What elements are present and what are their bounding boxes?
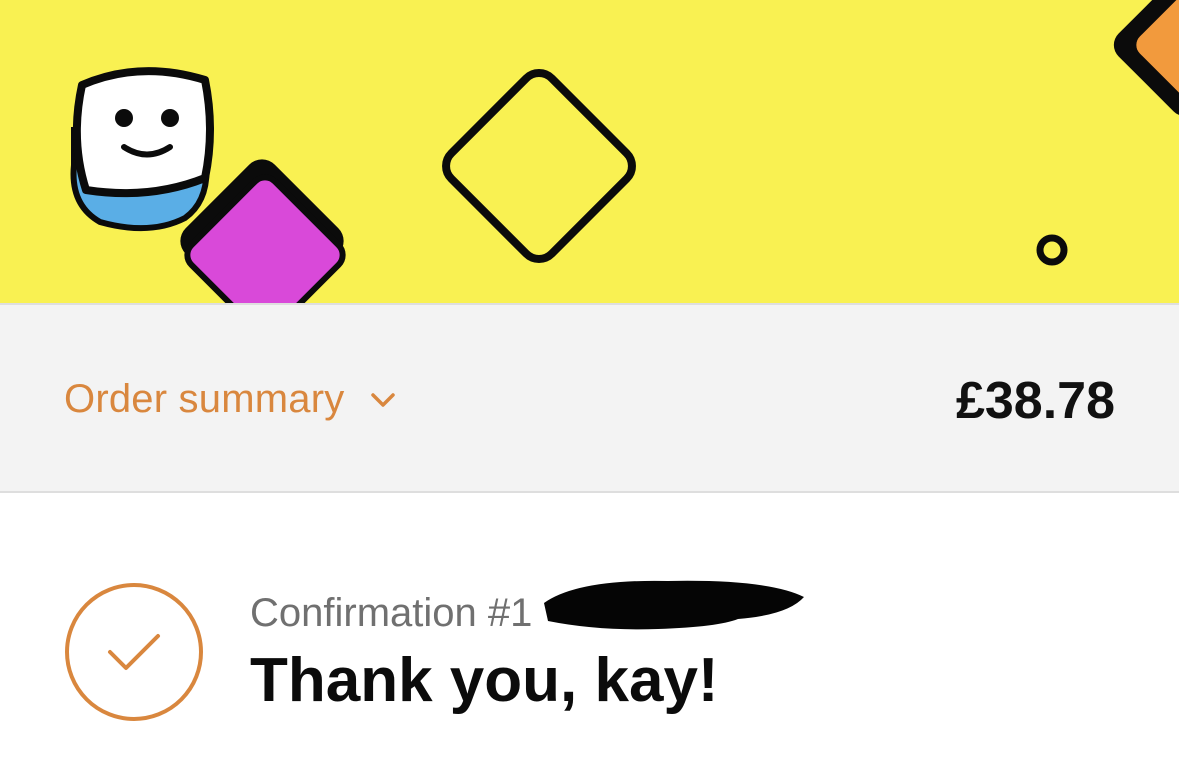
order-summary-toggle[interactable]: Order summary: [64, 377, 396, 422]
outline-diamond-shape: [442, 69, 636, 263]
order-total: £38.78: [955, 372, 1115, 430]
order-summary-label: Order summary: [64, 377, 345, 421]
order-summary-bar: Order summary £38.78: [0, 303, 1179, 493]
banner-shapes: [70, 0, 1179, 303]
small-ring-shape: [1036, 234, 1068, 266]
confirmation-section: Confirmation #1 Thank you, kay!: [0, 493, 1179, 764]
decorative-banner: [0, 0, 1179, 303]
orange-corner-shape: [1113, 0, 1179, 117]
order-confirmation-page: Order summary £38.78 Confirmation #1 Tha…: [0, 0, 1179, 764]
thank-you-heading: Thank you, kay!: [250, 646, 719, 715]
checkmark-circle-icon: [65, 583, 203, 721]
chevron-down-icon: [371, 392, 396, 407]
confirmation-number: Confirmation #1: [250, 591, 533, 635]
redaction-scribble: [544, 580, 804, 630]
smiling-face-icon: [70, 67, 214, 232]
